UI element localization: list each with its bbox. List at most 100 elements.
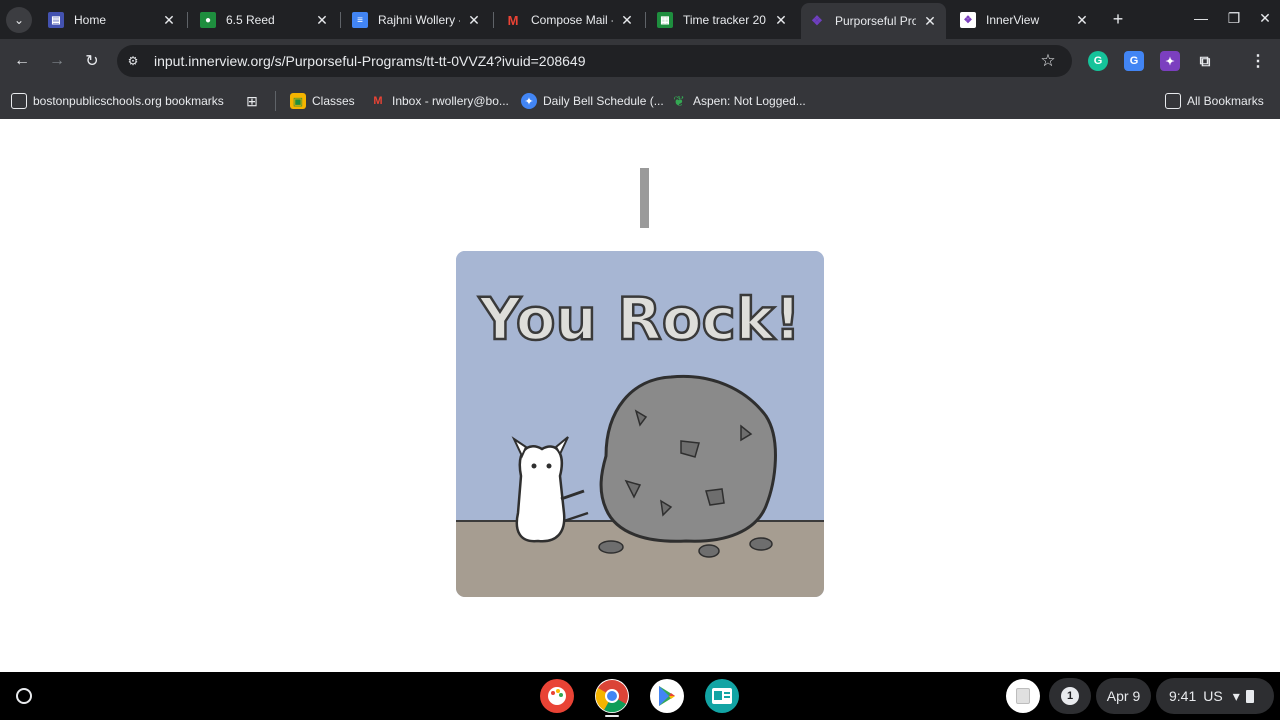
launcher-button[interactable] <box>10 682 38 710</box>
chromeos-shelf: 1 Apr 9 9:41 US ▾ <box>0 672 1280 720</box>
close-icon: ✕ <box>1259 9 1271 26</box>
gmail-icon: M <box>507 12 519 28</box>
bookmark-label: bostonpublicschools.org bookmarks <box>33 94 224 108</box>
tab-title: Purporseful Pro <box>835 14 916 28</box>
running-indicator <box>605 715 619 717</box>
bookmarks-divider <box>275 91 276 111</box>
bookmark-folder-bps[interactable]: bostonpublicschools.org bookmarks <box>11 91 224 111</box>
address-bar[interactable]: ⚙ input.innerview.org/s/Purporseful-Prog… <box>117 45 1072 77</box>
schedule-icon: ✦ <box>521 93 537 109</box>
bookmark-aspen[interactable]: ❦ Aspen: Not Logged... <box>671 91 806 111</box>
tab-rajhni-wollery[interactable]: ≡ Rajhni Wollery - ✕ <box>344 5 490 35</box>
classroom-icon: ● <box>200 12 216 28</box>
forward-button[interactable]: → <box>46 50 68 72</box>
reload-button[interactable]: ↻ <box>81 50 103 72</box>
restore-button[interactable]: ❐ <box>1224 8 1244 28</box>
tab-search-button[interactable]: ⌄ <box>6 7 32 33</box>
tab-title: Home <box>74 13 107 27</box>
tab-home[interactable]: ▤ Home ✕ <box>40 5 185 35</box>
tab-innerview[interactable]: ❖ InnerView ✕ <box>952 5 1098 35</box>
tab-divider <box>493 12 494 28</box>
minimize-icon: — <box>1194 10 1208 26</box>
arrow-left-icon: ← <box>14 52 30 69</box>
tab-title: Compose Mail - <box>531 13 613 27</box>
close-icon[interactable]: ✕ <box>922 13 938 29</box>
apps-grid-icon: ⊞ <box>246 92 258 109</box>
notification-button[interactable]: 1 <box>1049 678 1091 714</box>
gmail-icon: M <box>373 95 383 107</box>
card-headline: You Rock! <box>478 285 801 353</box>
close-icon[interactable]: ✕ <box>773 12 789 28</box>
close-icon[interactable]: ✕ <box>466 12 482 28</box>
status-tray[interactable]: 9:41 US ▾ <box>1156 678 1274 714</box>
you-rock-illustration: You Rock! <box>456 251 824 597</box>
classroom-icon: ▤ <box>48 12 64 28</box>
classroom-app-icon[interactable] <box>705 679 739 713</box>
grammarly-icon[interactable]: G <box>1088 51 1108 71</box>
locale-text: US <box>1203 688 1223 704</box>
all-bookmarks-label: All Bookmarks <box>1187 94 1264 108</box>
toolbar: ← → ↻ ⚙ input.innerview.org/s/Purporsefu… <box>0 39 1280 83</box>
close-window-button[interactable]: ✕ <box>1255 8 1275 28</box>
more-menu-icon[interactable]: ⋮ <box>1248 51 1268 71</box>
minimize-button[interactable]: — <box>1191 8 1211 28</box>
bookmark-bell-schedule[interactable]: ✦ Daily Bell Schedule (... <box>521 91 664 111</box>
bookmark-label: Classes <box>312 94 355 108</box>
docs-icon: ≡ <box>352 12 368 28</box>
date-tray[interactable]: Apr 9 <box>1096 678 1151 714</box>
you-rock-image: You Rock! <box>456 251 824 597</box>
classroom-icon: ▣ <box>290 93 306 109</box>
bookmark-label: Aspen: Not Logged... <box>693 94 806 108</box>
tab-time-tracker[interactable]: ▦ Time tracker 20 ✕ <box>649 5 797 35</box>
folder-icon <box>11 93 27 109</box>
canvas-app-icon[interactable] <box>540 679 574 713</box>
innerview-icon: ❖ <box>811 13 823 28</box>
plus-icon: + <box>1112 8 1124 29</box>
wifi-icon: ▾ <box>1232 687 1240 704</box>
site-settings-icon[interactable]: ⚙ <box>125 53 141 69</box>
tab-title: Rajhni Wollery - <box>378 13 460 27</box>
close-icon[interactable]: ✕ <box>314 12 330 28</box>
chrome-app-icon[interactable] <box>595 679 629 713</box>
launcher-circle-icon <box>16 688 32 704</box>
tab-6-5-reed[interactable]: ● 6.5 Reed ✕ <box>192 5 338 35</box>
date-text: Apr 9 <box>1106 688 1141 704</box>
apps-button[interactable]: ⊞ <box>244 91 266 111</box>
bookmark-inbox[interactable]: M Inbox - rwollery@bo... <box>370 91 508 111</box>
reload-icon: ↻ <box>85 53 99 70</box>
tab-title: Time tracker 20 <box>683 13 766 27</box>
bookmark-classes[interactable]: ▣ Classes <box>290 91 355 111</box>
tab-title: 6.5 Reed <box>226 13 275 27</box>
bookmarks-bar: bostonpublicschools.org bookmarks ⊞ ▣ Cl… <box>0 83 1280 119</box>
tab-divider <box>187 12 188 28</box>
page-content: You Rock! <box>0 119 1280 672</box>
extension-icon[interactable]: ✦ <box>1160 51 1180 71</box>
new-tab-button[interactable]: + <box>1108 9 1128 29</box>
tab-compose-mail[interactable]: M Compose Mail - ✕ <box>497 5 643 35</box>
folder-icon <box>1165 93 1181 109</box>
sheets-icon: ▦ <box>657 12 673 28</box>
tab-title: InnerView <box>986 13 1040 27</box>
tab-divider <box>340 12 341 28</box>
puzzle-icon[interactable]: ⧉ <box>1195 51 1215 71</box>
file-icon <box>1016 688 1030 704</box>
innerview-icon: ❖ <box>960 12 976 28</box>
all-bookmarks-button[interactable]: All Bookmarks <box>1165 91 1264 111</box>
close-icon[interactable]: ✕ <box>1074 12 1090 28</box>
browser-chrome: ⌄ ▤ Home ✕ ● 6.5 Reed ✕ ≡ Rajhni Wollery… <box>0 0 1280 119</box>
restore-icon: ❐ <box>1227 9 1241 26</box>
leaf-icon: ❦ <box>673 92 685 109</box>
tote-icon[interactable] <box>1006 679 1040 713</box>
close-icon[interactable]: ✕ <box>161 12 177 28</box>
tab-divider <box>645 12 646 28</box>
arrow-right-icon: → <box>49 52 65 69</box>
loading-bar <box>640 168 649 228</box>
back-button[interactable]: ← <box>11 50 33 72</box>
tab-purporseful-programs[interactable]: ❖ Purporseful Pro ✕ <box>801 3 946 39</box>
close-icon[interactable]: ✕ <box>619 12 635 28</box>
play-store-icon[interactable] <box>650 679 684 713</box>
url-text[interactable]: input.innerview.org/s/Purporseful-Progra… <box>154 53 586 69</box>
translate-icon[interactable]: G <box>1124 51 1144 71</box>
notification-count: 1 <box>1061 687 1079 705</box>
bookmark-star-icon[interactable]: ☆ <box>1038 51 1058 71</box>
